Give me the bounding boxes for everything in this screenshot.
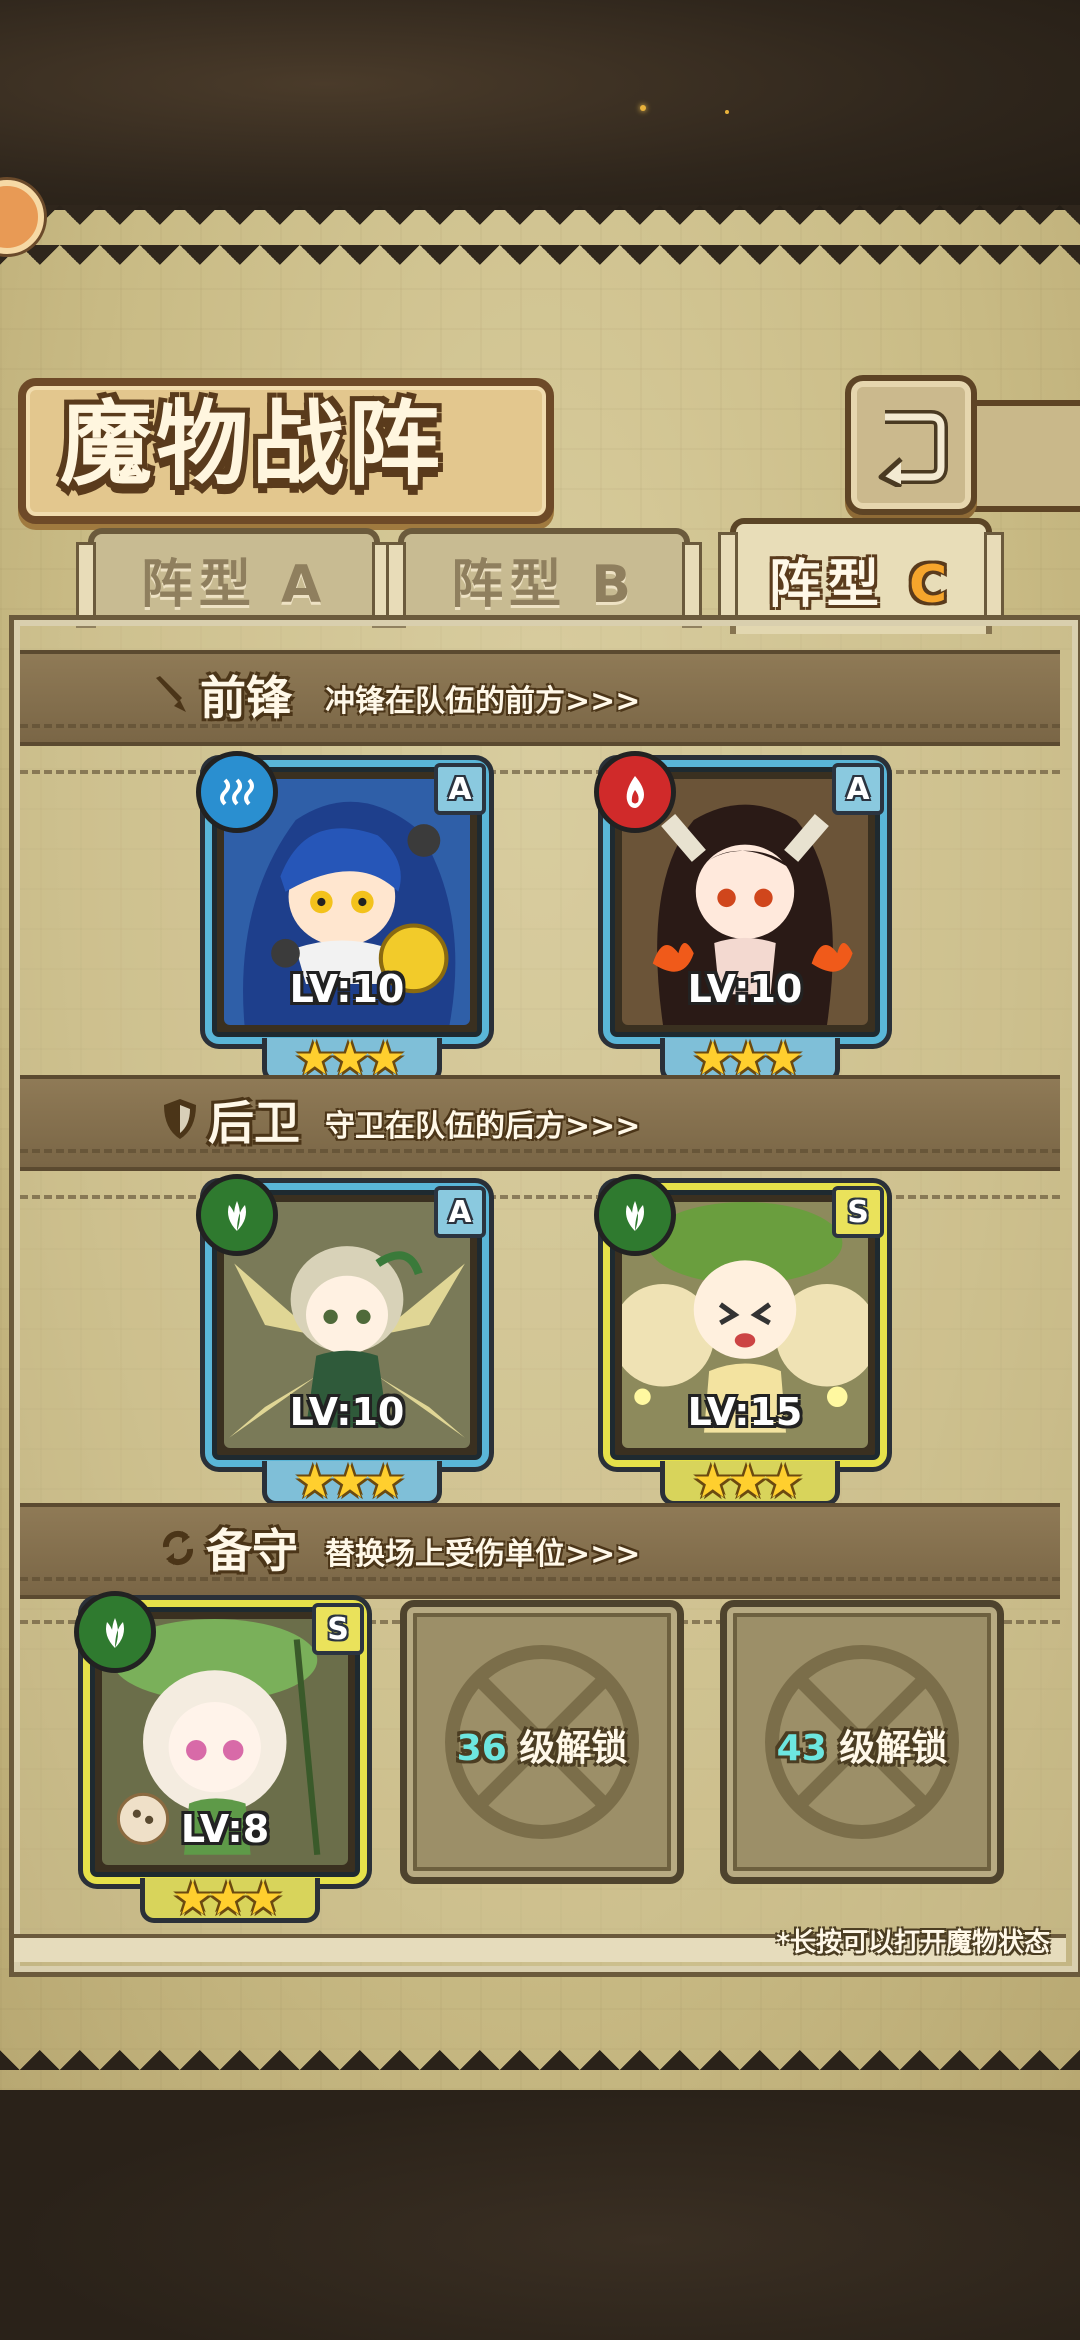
monster-card[interactable]: S LV:8 ★★★ xyxy=(74,1591,367,1925)
monster-card[interactable]: S LV:15 ★★★ xyxy=(594,1174,887,1508)
section-reserve: 备守 替换场上受伤单位>>> xyxy=(20,1503,1060,1599)
shield-icon xyxy=(164,1099,196,1139)
tab-formation-c[interactable]: 阵型 C xyxy=(718,518,1004,634)
star-rating: ★★★ xyxy=(294,1454,406,1508)
rank-badge: A xyxy=(434,1186,486,1238)
rank-badge: S xyxy=(832,1186,884,1238)
section-subtitle: 冲锋在队伍的前方>>> xyxy=(325,684,641,719)
star-rating: ★★★ xyxy=(692,1454,804,1508)
return-button[interactable] xyxy=(845,375,977,515)
section-subtitle: 守卫在队伍的后方>>> xyxy=(325,1109,641,1144)
map-background-top xyxy=(0,0,1080,210)
locked-slot[interactable]: 36 级解锁 xyxy=(400,1600,684,1884)
star-rating: ★★★ xyxy=(172,1871,284,1925)
map-background-bottom xyxy=(0,2090,1080,2340)
unlock-requirement: 36 级解锁 xyxy=(456,1728,628,1769)
grass-element-icon xyxy=(594,1174,676,1256)
monster-level: LV:10 xyxy=(289,1390,405,1434)
long-press-hint: *长按可以打开魔物状态 xyxy=(776,1928,1050,1958)
fire-element-icon xyxy=(594,751,676,833)
monster-level: LV:10 xyxy=(289,967,405,1011)
section-subtitle: 替换场上受伤单位>>> xyxy=(325,1537,641,1572)
torn-edge-top xyxy=(0,205,1080,265)
monster-card[interactable]: A LV:10 ★★★ xyxy=(196,751,489,1085)
sword-icon xyxy=(156,676,186,712)
spark-particle xyxy=(725,110,729,114)
swap-icon xyxy=(162,1530,194,1566)
monster-card[interactable]: A LV:10 ★★★ xyxy=(196,1174,489,1508)
water-element-icon xyxy=(196,751,278,833)
section-title: 备守 xyxy=(206,1524,298,1578)
rank-badge: A xyxy=(434,763,486,815)
monster-level: LV:8 xyxy=(180,1807,270,1851)
grass-element-icon xyxy=(196,1174,278,1256)
rank-badge: A xyxy=(832,763,884,815)
locked-slot[interactable]: 43 级解锁 xyxy=(720,1600,1004,1884)
tab-formation-b[interactable]: 阵型 B xyxy=(386,528,702,628)
monster-card[interactable]: A LV:10 ★★★ xyxy=(594,751,887,1085)
section-vanguard: 前锋 冲锋在队伍的前方>>> xyxy=(20,650,1060,746)
unlock-requirement: 43 级解锁 xyxy=(776,1728,948,1769)
return-arrow-icon xyxy=(878,410,948,487)
monster-level: LV:10 xyxy=(687,967,803,1011)
monster-level: LV:15 xyxy=(687,1390,803,1434)
page-title: 魔物战阵 xyxy=(60,390,445,498)
rank-badge: S xyxy=(312,1603,364,1655)
section-title: 后卫 xyxy=(208,1096,300,1150)
return-button-tail xyxy=(965,400,1080,512)
section-rear: 后卫 守卫在队伍的后方>>> xyxy=(20,1075,1060,1171)
section-title: 前锋 xyxy=(200,671,292,725)
tab-formation-a[interactable]: 阵型 A xyxy=(76,528,392,628)
spark-particle xyxy=(640,105,646,111)
grass-element-icon xyxy=(74,1591,156,1673)
